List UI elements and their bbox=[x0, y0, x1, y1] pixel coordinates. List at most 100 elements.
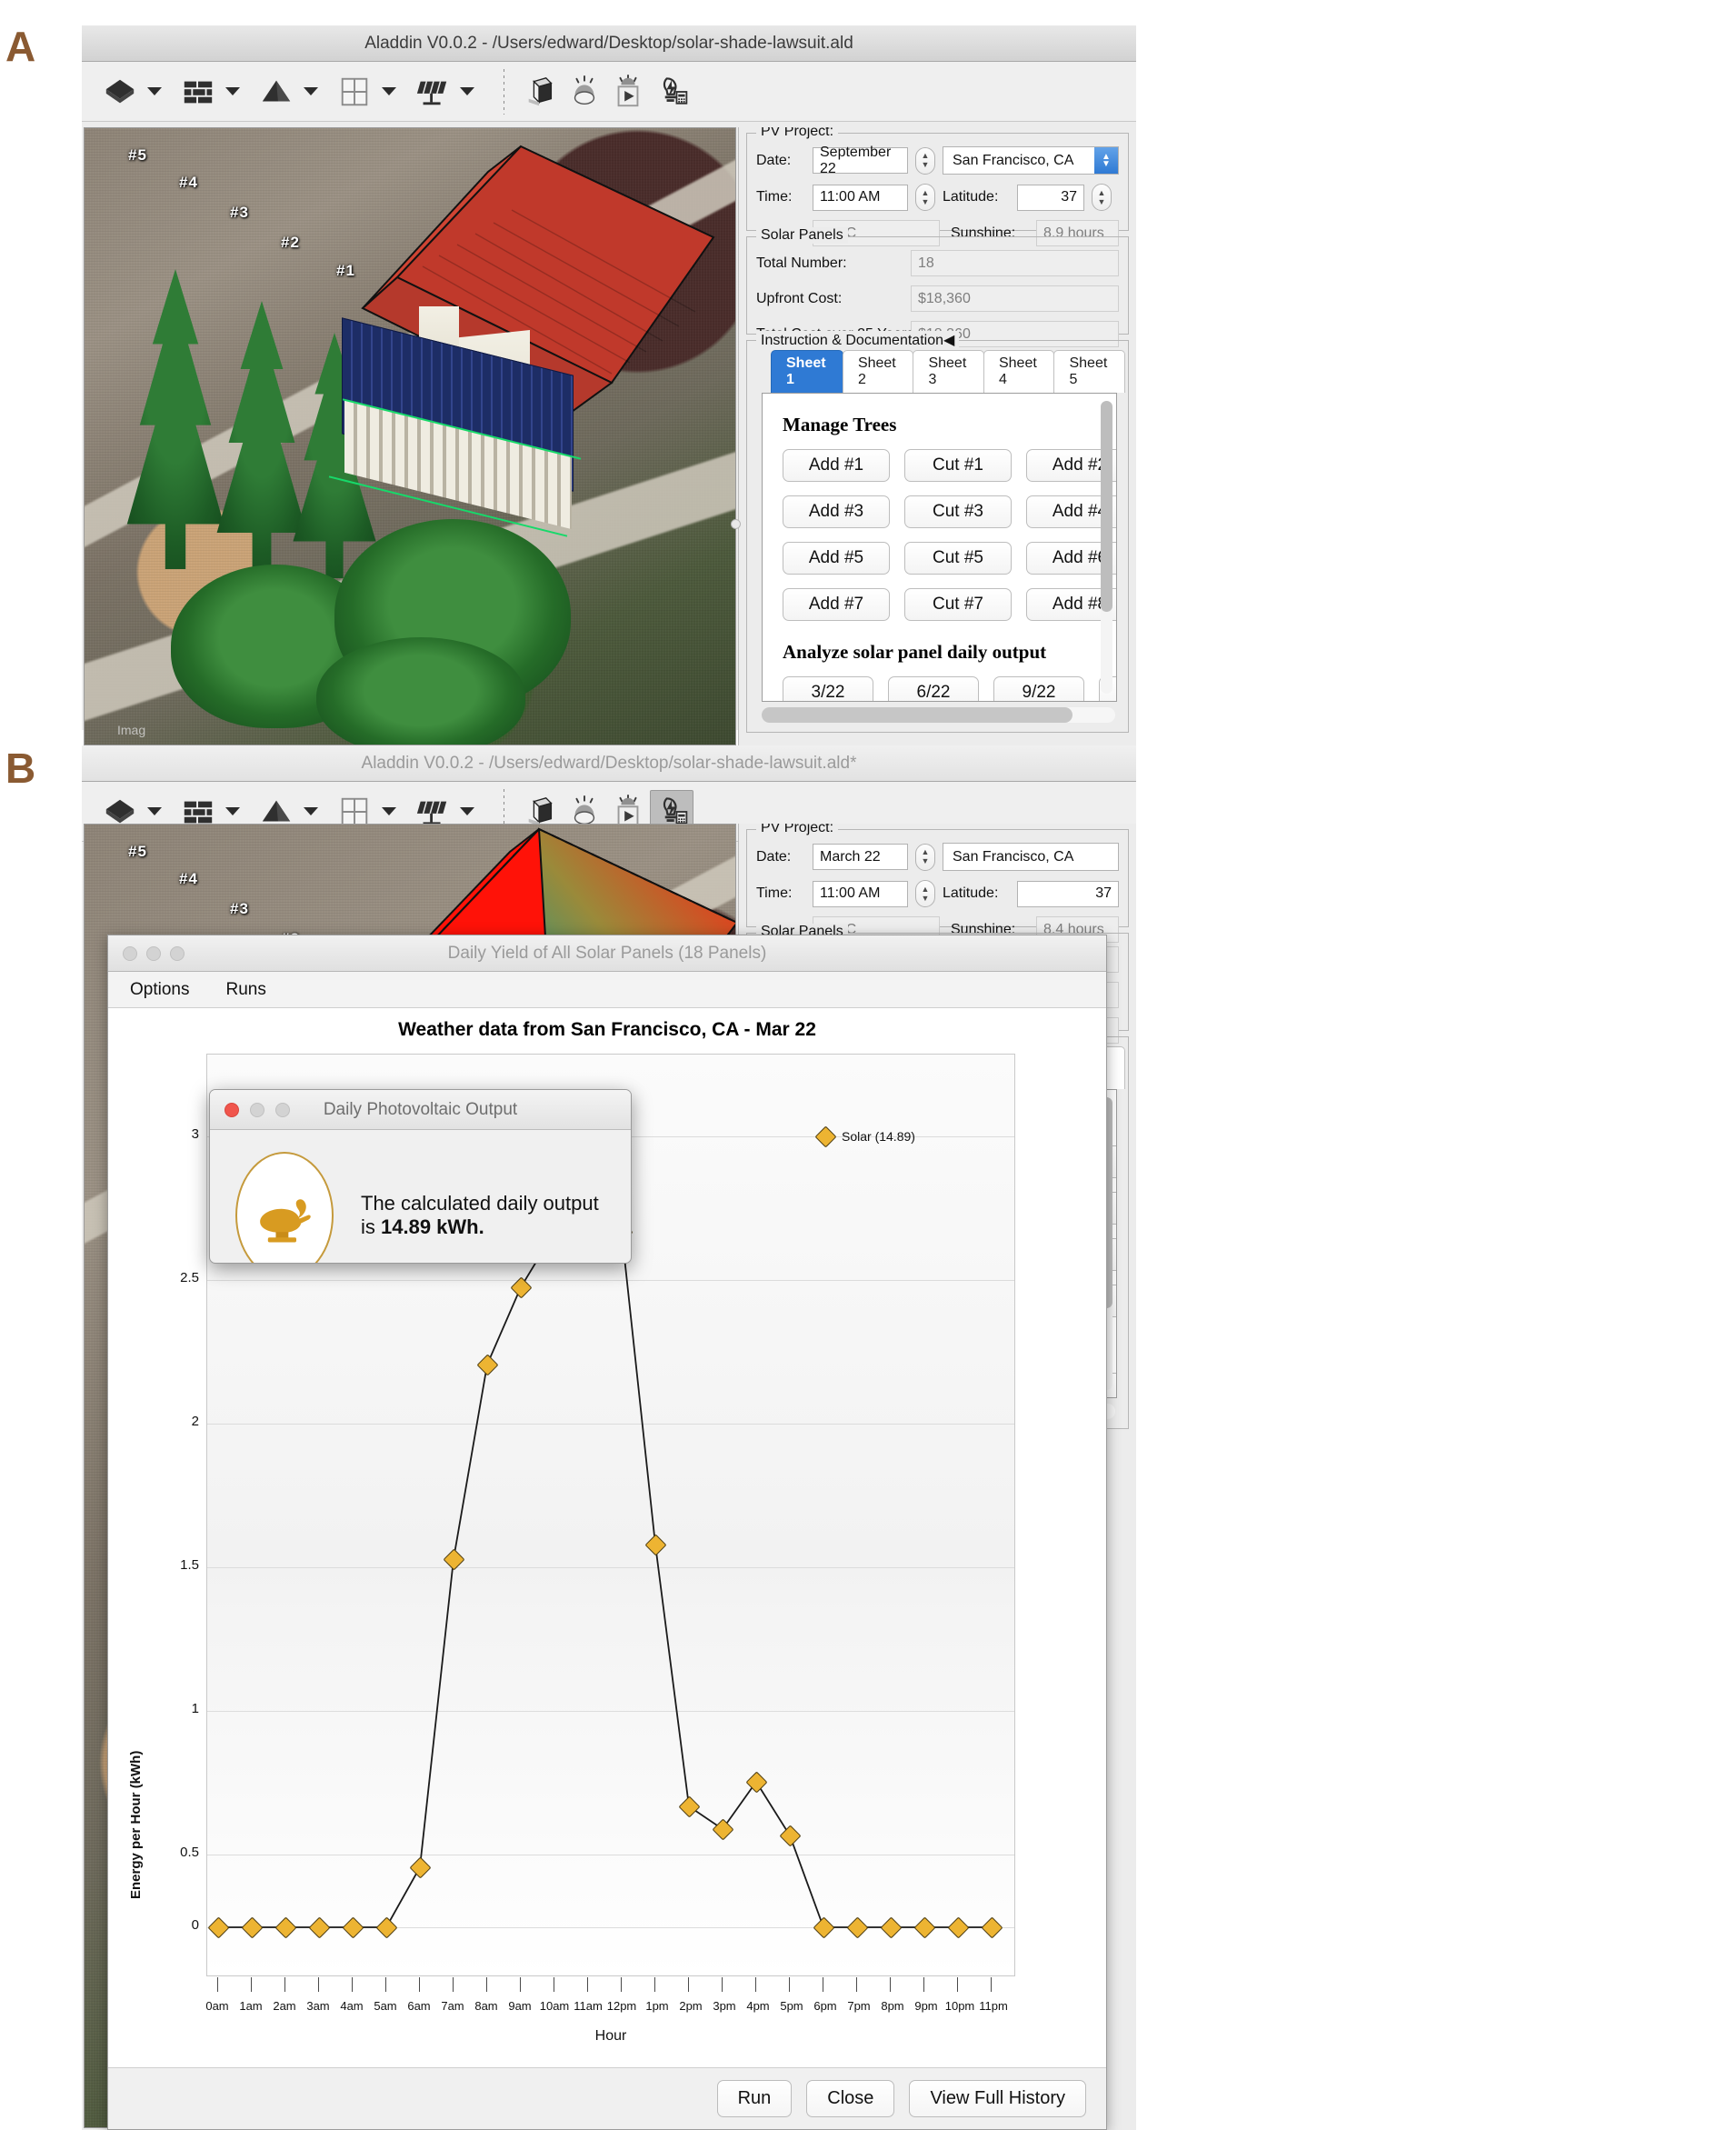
foundation-icon[interactable] bbox=[98, 70, 142, 114]
time-stepper[interactable]: ▲ ▼ bbox=[915, 184, 935, 211]
window-icon[interactable] bbox=[333, 70, 376, 114]
tab-sheet-4[interactable]: Sheet 4 bbox=[983, 350, 1055, 393]
latitude-field[interactable]: 37 bbox=[1017, 880, 1119, 907]
daily-output-heading: Analyze solar panel daily output bbox=[783, 641, 1047, 663]
menu-options[interactable]: Options bbox=[130, 980, 189, 1000]
sheet-inner-a: Manage Trees Add #1 Cut #1 Add #2 Cut #2… bbox=[763, 394, 1116, 701]
toolbar-item-energy-analysis-a[interactable] bbox=[650, 68, 693, 115]
chevron-down-icon[interactable] bbox=[460, 87, 474, 95]
x-tick-mark bbox=[654, 1977, 655, 1992]
pv-project-group-b: PV Project: Date: March 22 ▲ ▼ San Franci… bbox=[746, 824, 1129, 943]
location-combo[interactable]: San Francisco, CA ▲ ▼ bbox=[943, 146, 1119, 175]
window-titlebar-b: Aladdin V0.0.2 - /Users/edward/Desktop/s… bbox=[82, 745, 1136, 782]
run-button[interactable]: Run bbox=[716, 2080, 793, 2117]
time-field[interactable]: 11:00 AM bbox=[813, 880, 908, 907]
cut-tree-1-button[interactable]: Cut #1 bbox=[904, 449, 1012, 482]
x-tick-mark bbox=[923, 1977, 924, 1992]
scrollbar-thumb[interactable] bbox=[1101, 401, 1112, 612]
x-tick-mark bbox=[755, 1977, 756, 1992]
time-stepper[interactable]: ▲ ▼ bbox=[915, 880, 935, 907]
upfront-cost-field: $18,360 bbox=[911, 285, 1119, 312]
view-full-history-button[interactable]: View Full History bbox=[909, 2080, 1086, 2117]
pv-date-row: Date: September 22 ▲ ▼ San Francisco, CA … bbox=[756, 145, 1119, 176]
sheet-vertical-scrollbar[interactable] bbox=[1101, 401, 1112, 694]
latitude-stepper[interactable]: ▲ ▼ bbox=[1092, 184, 1112, 211]
sheet-horizontal-scrollbar[interactable] bbox=[762, 707, 1115, 723]
time-field[interactable]: 11:00 AM bbox=[813, 184, 908, 211]
chevron-down-icon[interactable] bbox=[147, 87, 162, 95]
chevron-down-icon[interactable] bbox=[147, 807, 162, 815]
collapse-icon[interactable]: ◀ bbox=[943, 333, 954, 348]
toolbar-item-window-a[interactable] bbox=[333, 68, 411, 115]
chevron-down-icon[interactable] bbox=[304, 807, 318, 815]
tab-sheet-1[interactable]: Sheet 1 bbox=[771, 350, 843, 393]
toolbar-item-foundation-a[interactable] bbox=[98, 68, 176, 115]
tree-label: #3 bbox=[230, 204, 249, 221]
chevron-down-icon[interactable] bbox=[304, 87, 318, 95]
dialog-body: The calculated daily output is 14.89 kWh… bbox=[210, 1130, 631, 1263]
x-tick-mark bbox=[419, 1977, 420, 1992]
chevron-down-icon[interactable] bbox=[382, 807, 396, 815]
aerial-3d-scene-a[interactable]: #5 #4 #3 #2 #1 Imag bbox=[84, 127, 736, 745]
add-tree-7-button[interactable]: Add #7 bbox=[783, 588, 890, 621]
panel-resize-handle-a[interactable] bbox=[731, 519, 741, 529]
toolbar-item-heliodon-a[interactable] bbox=[563, 68, 606, 115]
chevron-down-icon[interactable] bbox=[460, 807, 474, 815]
broadleaf-tree[interactable] bbox=[316, 637, 525, 745]
chevron-down-icon[interactable] bbox=[382, 87, 396, 95]
date-922-button[interactable]: 9/22 bbox=[993, 676, 1084, 701]
chevron-down-icon[interactable] bbox=[225, 807, 240, 815]
close-button[interactable]: Close bbox=[806, 2080, 895, 2117]
aladdin-window-a: Aladdin V0.0.2 - /Users/edward/Desktop/s… bbox=[82, 25, 1136, 745]
tab-sheet-2[interactable]: Sheet 2 bbox=[842, 350, 914, 393]
add-tree-5-button[interactable]: Add #5 bbox=[783, 542, 890, 575]
chart-footer: Run Close View Full History bbox=[108, 2067, 1106, 2129]
chevron-down-icon[interactable] bbox=[225, 87, 240, 95]
toolbar-item-roof-a[interactable] bbox=[254, 68, 333, 115]
toolbar-item-cuboid-a[interactable] bbox=[519, 68, 563, 115]
add-tree-1-button[interactable]: Add #1 bbox=[783, 449, 890, 482]
toolbar-item-sun-animation-a[interactable] bbox=[606, 68, 650, 115]
x-tick-mark bbox=[217, 1977, 218, 1992]
combo-arrow-icon[interactable]: ▲ ▼ bbox=[1094, 147, 1118, 174]
y-axis-label: Energy per Hour (kWh) bbox=[128, 1750, 144, 1899]
x-tick-mark bbox=[722, 1977, 723, 1992]
date-stepper[interactable]: ▲ ▼ bbox=[915, 146, 935, 175]
date-field[interactable]: September 22 bbox=[813, 145, 908, 176]
sun-dome-icon[interactable] bbox=[563, 70, 606, 114]
cut-tree-3-button[interactable]: Cut #3 bbox=[904, 495, 1012, 528]
date-322-button[interactable]: 3/22 bbox=[783, 676, 873, 701]
total-number-row: Total Number: 18 bbox=[756, 250, 1119, 276]
sun-animation-icon[interactable] bbox=[606, 70, 650, 114]
tab-sheet-3[interactable]: Sheet 3 bbox=[913, 350, 984, 393]
tab-sheet-5[interactable]: Sheet 5 bbox=[1053, 350, 1125, 393]
toolbar-item-wall-a[interactable] bbox=[176, 68, 254, 115]
cuboid-icon[interactable] bbox=[519, 70, 563, 114]
scrollbar-thumb[interactable] bbox=[762, 707, 1073, 723]
menu-runs[interactable]: Runs bbox=[225, 980, 265, 1000]
dialog-title: Daily Photovoltaic Output bbox=[323, 1099, 518, 1119]
date-stepper[interactable]: ▲ ▼ bbox=[915, 843, 935, 871]
solar-panels-title: Solar Panels bbox=[756, 227, 848, 244]
toolbar-item-solar-panel-a[interactable] bbox=[411, 68, 489, 115]
date-622-button[interactable]: 6/22 bbox=[888, 676, 979, 701]
x-tick-mark bbox=[688, 1977, 689, 1992]
solar-panel-icon[interactable] bbox=[411, 70, 454, 114]
x-tick-mark bbox=[621, 1977, 622, 1992]
wall-icon[interactable] bbox=[176, 70, 220, 114]
pv-project-title: PV Project: bbox=[756, 824, 839, 836]
latitude-label: Latitude: bbox=[943, 885, 999, 901]
latitude-field[interactable]: 37 bbox=[1017, 184, 1084, 211]
x-tick-label: 1pm bbox=[645, 1999, 669, 2013]
add-tree-3-button[interactable]: Add #3 bbox=[783, 495, 890, 528]
cut-tree-7-button[interactable]: Cut #7 bbox=[904, 588, 1012, 621]
energy-analysis-icon[interactable] bbox=[650, 70, 693, 114]
roof-icon[interactable] bbox=[254, 70, 298, 114]
cut-tree-5-button[interactable]: Cut #5 bbox=[904, 542, 1012, 575]
x-tick-mark bbox=[352, 1977, 353, 1992]
panel-b-letter: B bbox=[5, 745, 36, 792]
x-tick-mark bbox=[251, 1977, 252, 1992]
location-combo[interactable]: San Francisco, CA bbox=[943, 843, 1119, 871]
x-tick-label: 1am bbox=[239, 1999, 263, 2013]
date-field[interactable]: March 22 bbox=[813, 844, 908, 870]
